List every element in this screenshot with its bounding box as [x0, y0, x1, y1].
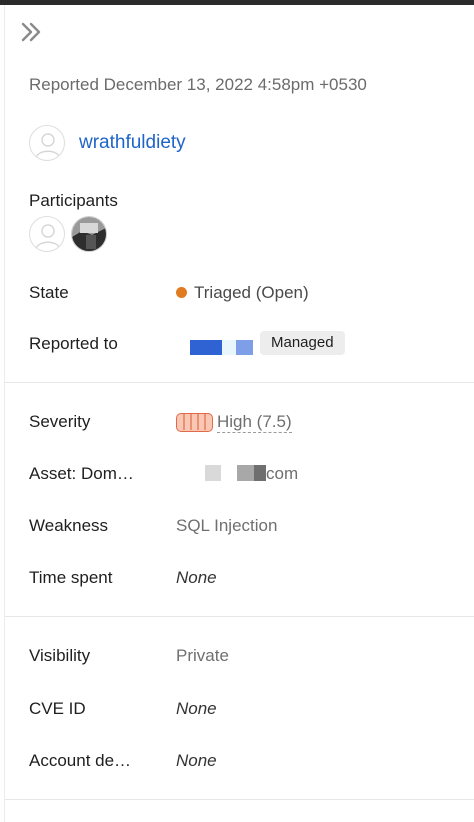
top-bar	[0, 0, 474, 5]
reported-to-label: Reported to	[29, 334, 118, 353]
reported-timestamp: Reported December 13, 2022 4:58pm +0530	[29, 75, 367, 94]
state-text: Triaged (Open)	[194, 283, 309, 302]
weakness-value[interactable]: SQL Injection	[176, 516, 277, 536]
default-avatar-icon[interactable]	[29, 216, 65, 252]
program-logo-redacted[interactable]	[190, 340, 222, 355]
cve-id-label: CVE ID	[29, 699, 86, 718]
time-spent-label: Time spent	[29, 568, 113, 587]
default-avatar-icon[interactable]	[29, 125, 65, 161]
severity-label: Severity	[29, 412, 91, 431]
account-label: Account de…	[29, 751, 132, 770]
participants-label: Participants	[29, 191, 118, 210]
asset-redacted	[237, 465, 254, 481]
photo-avatar-icon[interactable]	[71, 216, 107, 252]
managed-badge: Managed	[260, 331, 345, 355]
time-spent-value: None	[176, 568, 217, 587]
weakness-label: Weakness	[29, 516, 109, 535]
panel-left-border	[4, 5, 5, 822]
section-divider	[5, 799, 474, 800]
section-divider	[5, 382, 474, 383]
asset-label: Asset: Dom…	[29, 464, 134, 483]
status-dot-icon	[176, 287, 187, 298]
section-divider	[5, 616, 474, 617]
visibility-label: Visibility	[29, 646, 91, 665]
account-value: None	[176, 751, 217, 770]
state-label: State	[29, 283, 69, 302]
program-logo-redacted-part	[236, 340, 253, 355]
visibility-value: Private	[176, 646, 229, 665]
asset-redacted	[205, 465, 221, 481]
severity-meter-icon	[176, 413, 213, 432]
asset-value[interactable]: com	[266, 464, 298, 484]
double-chevron-right-icon[interactable]	[20, 21, 44, 43]
program-logo-redacted-part	[222, 340, 236, 355]
asset-redacted	[254, 465, 266, 481]
state-value: Triaged (Open)	[176, 283, 309, 303]
reporter-username-link[interactable]: wrathfuldiety	[79, 132, 186, 154]
cve-id-value: None	[176, 699, 217, 718]
severity-value[interactable]: High (7.5)	[217, 412, 292, 433]
